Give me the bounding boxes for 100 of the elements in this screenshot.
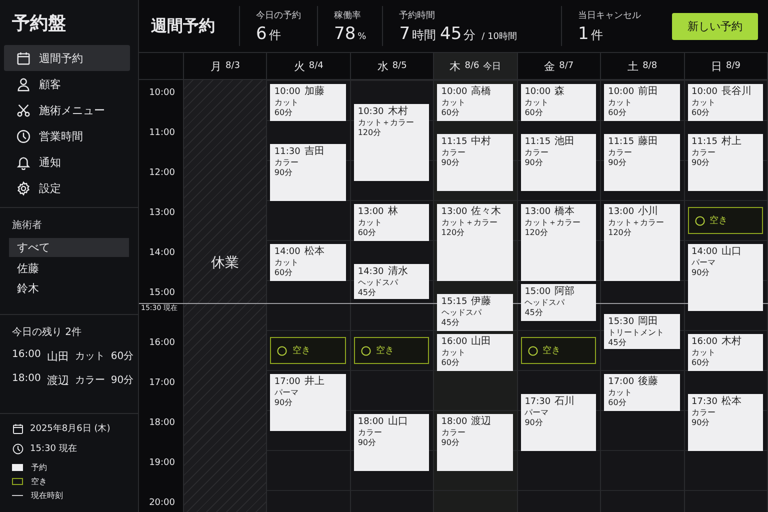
booking-card[interactable]: 16:00 山田 カット 60分 <box>437 334 513 371</box>
stat-label: 今日の予約 <box>256 10 301 22</box>
section-heading: 施術者 <box>11 218 43 233</box>
booking-card[interactable]: 18:00 渡辺 カラー 90分 <box>437 414 513 471</box>
booking-card[interactable]: 10:00 森 カット 60分 <box>520 84 596 121</box>
legend-label: 空き <box>31 476 47 487</box>
booking-card[interactable]: 13:00 佐々木 カット＋カラー 120分 <box>437 204 513 281</box>
booking-card[interactable]: 11:15 中村 カラー 90分 <box>437 134 513 191</box>
day-header: 火 8/4 <box>267 53 351 79</box>
nav-item[interactable]: 通知 <box>4 149 130 175</box>
time-label: 12:00 <box>149 168 175 178</box>
booking-card[interactable]: 10:00 前田 カット 60分 <box>604 84 680 121</box>
booking-card[interactable]: 11:30 吉田 カラー 90分 <box>270 144 346 201</box>
current-time: 15:30 現在 <box>30 442 77 455</box>
day-header: 金 8/7 <box>518 53 602 79</box>
open-slot-swatch <box>12 478 23 485</box>
stat-value: 1 件 <box>578 24 604 44</box>
duration: 60分 <box>110 350 134 364</box>
booking-card[interactable]: 13:00 小川 カット＋カラー 120分 <box>604 204 680 281</box>
booking-card[interactable]: 11:15 村上 カラー 90分 <box>688 134 763 191</box>
clock-icon <box>12 442 24 454</box>
day-header: 土 8/8 <box>601 53 685 79</box>
booking-card[interactable]: 17:30 松本 カラー 90分 <box>688 394 763 451</box>
customer-name: 渡辺 <box>46 373 69 388</box>
nav-item[interactable]: 設定 <box>4 175 130 201</box>
booking-card[interactable]: 16:00 木村 カット 60分 <box>688 334 763 371</box>
stat-value: 7 時間 45 分 / 10時間 <box>399 24 518 44</box>
booking-card[interactable]: 17:30 石川 パーマ 90分 <box>520 394 596 451</box>
circle-icon <box>528 346 538 356</box>
staff-filter-item[interactable]: 佐藤 <box>9 258 129 278</box>
open-slot[interactable]: 空き <box>688 207 763 234</box>
section-heading: 今日の残り 2件 <box>12 326 83 340</box>
day-header: 日 8/9 <box>684 53 768 79</box>
booking-card[interactable]: 14:30 清水 ヘッドスパ 45分 <box>354 264 430 299</box>
open-slot[interactable]: 空き <box>270 337 346 364</box>
nav-item[interactable]: 顧客 <box>4 71 130 97</box>
current-date: 2025年8月6日 (木) <box>30 422 110 435</box>
calendar-icon <box>12 422 24 434</box>
time-label: 11:00 <box>149 128 175 138</box>
stat-value: 78% <box>334 24 366 44</box>
stat-value: 6 件 <box>256 24 282 44</box>
booking-card[interactable]: 15:00 阿部 ヘッドスパ 45分 <box>520 284 596 321</box>
stat-label: 稼働率 <box>334 10 362 22</box>
booking-card[interactable]: 17:00 後藤 カット 60分 <box>604 374 680 411</box>
time-label: 19:00 <box>149 458 175 468</box>
time-label: 20:00 <box>149 498 175 508</box>
settings-icon <box>16 180 31 196</box>
scissors-icon <box>16 102 31 118</box>
service-name: カラー <box>74 374 105 388</box>
booking-card[interactable]: 13:00 林 カット 60分 <box>354 204 430 241</box>
appointment-time: 18:00 <box>12 373 41 386</box>
booking-card[interactable]: 15:15 伊藤 ヘッドスパ 45分 <box>437 294 513 331</box>
calendar-icon <box>16 50 31 66</box>
booking-card[interactable]: 14:00 松本 カット 60分 <box>270 244 346 281</box>
time-label: 14:00 <box>149 248 175 258</box>
booking-swatch <box>12 464 23 471</box>
open-slot[interactable]: 空き <box>354 337 430 364</box>
booking-card[interactable]: 10:00 加藤 カット 60分 <box>270 84 346 121</box>
open-slot[interactable]: 空き <box>520 337 596 364</box>
customer-name: 山田 <box>46 349 69 364</box>
new-booking-button[interactable]: 新しい予約 <box>672 12 758 40</box>
booking-card[interactable]: 10:30 木村 カット＋カラー 120分 <box>354 104 430 181</box>
circle-icon <box>360 346 371 356</box>
bell-icon <box>16 154 31 170</box>
booking-card[interactable]: 10:00 長谷川 カット 60分 <box>688 84 763 121</box>
day-header: 木 8/6 今日 <box>434 53 518 79</box>
booking-card[interactable]: 10:00 高橋 カット 60分 <box>437 84 513 121</box>
service-name: カット <box>74 350 105 364</box>
booking-card[interactable]: 18:00 山口 カラー 90分 <box>354 414 430 471</box>
nav-item[interactable]: 営業時間 <box>4 123 130 149</box>
time-label: 17:00 <box>149 378 175 388</box>
stat-label: 当日キャンセル <box>578 10 642 22</box>
clock-icon <box>16 128 31 144</box>
staff-filter-item[interactable]: すべて <box>9 238 129 257</box>
page-title: 週間予約 <box>150 16 216 36</box>
booking-card[interactable]: 13:00 橋本 カット＋カラー 120分 <box>520 204 596 281</box>
nav-item[interactable]: 週間予約 <box>4 45 130 71</box>
nav-item[interactable]: 施術メニュー <box>4 97 130 123</box>
booking-card[interactable]: 11:15 藤田 カラー 90分 <box>604 134 680 191</box>
time-label: 16:00 <box>149 338 175 348</box>
circle-icon <box>277 346 288 356</box>
legend-label: 現在時刻 <box>31 490 63 501</box>
staff-filter-item[interactable]: 鈴木 <box>9 279 129 298</box>
day-header: 月 8/3 <box>184 53 268 79</box>
time-label: 13:00 <box>149 208 175 218</box>
booking-card[interactable]: 15:30 岡田 トリートメント 45分 <box>604 314 680 349</box>
legend-label: 予約 <box>31 462 47 473</box>
circle-icon <box>694 216 705 226</box>
time-label: 18:00 <box>149 418 175 428</box>
app-title: 予約盤 <box>11 12 67 36</box>
current-time-line-swatch <box>12 495 23 496</box>
time-label: 15:00 <box>149 288 175 298</box>
time-label: 10:00 <box>149 88 175 98</box>
closed-label: 休業 <box>210 254 240 272</box>
booking-card[interactable]: 17:00 井上 パーマ 90分 <box>270 374 346 431</box>
appointment-time: 16:00 <box>12 349 41 362</box>
booking-card[interactable]: 11:15 池田 カラー 90分 <box>520 134 596 191</box>
booking-card[interactable]: 14:00 山口 パーマ 90分 <box>688 244 763 311</box>
stat-label: 予約時間 <box>399 10 436 22</box>
person-icon <box>16 76 31 92</box>
